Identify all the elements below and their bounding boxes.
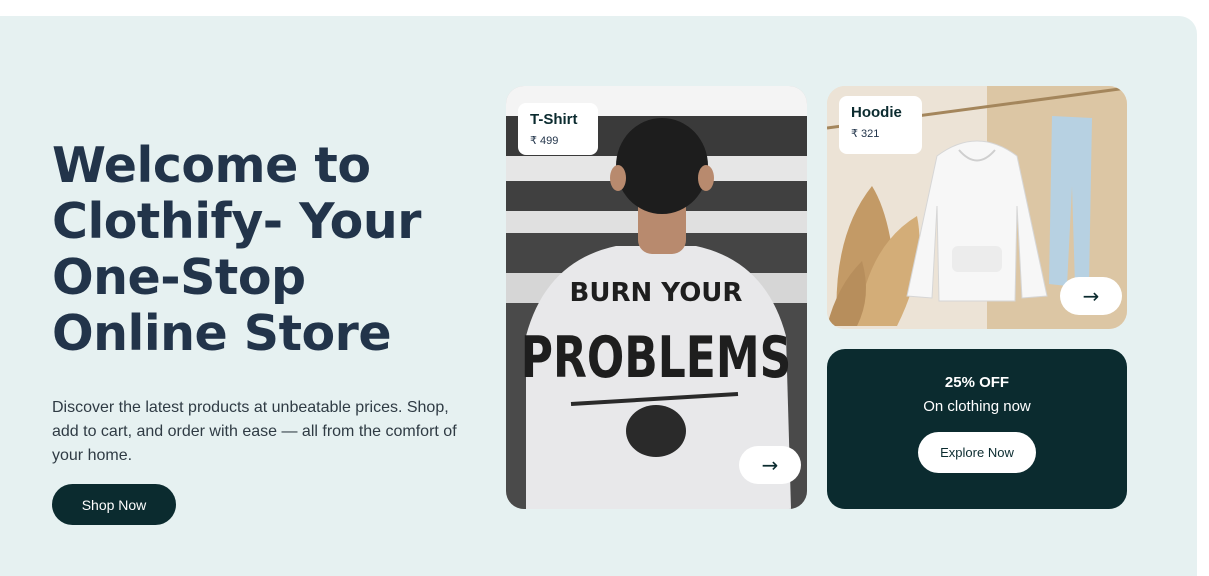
hoodie-product-card[interactable]: Hoodie ₹ 321 →: [827, 86, 1127, 329]
promo-title: 25% OFF: [944, 374, 1010, 391]
tshirt-name: T-Shirt: [530, 111, 578, 128]
tshirt-product-card[interactable]: BURN YOUR PROBLEMS T-Shirt ₹ 499 →: [506, 86, 807, 509]
hoodie-name: Hoodie: [851, 104, 902, 121]
tshirt-price: ₹ 499: [530, 135, 559, 147]
hoodie-view-button[interactable]: →: [1060, 277, 1122, 315]
shirt-print-bottom: PROBLEMS: [521, 326, 792, 392]
hero-title: Welcome to Clothify- Your One-Stop Onlin…: [52, 137, 421, 362]
tshirt-view-button[interactable]: →: [739, 446, 801, 484]
shirt-print-top: BURN YOUR: [570, 278, 743, 308]
promo-card: 25% OFF On clothing now Explore Now: [827, 349, 1127, 509]
hero-description: Discover the latest products at unbeatab…: [52, 399, 457, 464]
explore-now-button[interactable]: Explore Now: [918, 432, 1036, 473]
promo-subtitle: On clothing now: [923, 398, 1031, 415]
tshirt-label: T-Shirt ₹ 499: [518, 103, 598, 155]
hoodie-price: ₹ 321: [851, 128, 880, 140]
shop-now-button[interactable]: Shop Now: [52, 484, 176, 525]
hoodie-label: Hoodie ₹ 321: [839, 96, 922, 154]
arrow-right-icon: →: [761, 453, 779, 477]
arrow-right-icon: →: [1082, 284, 1100, 308]
